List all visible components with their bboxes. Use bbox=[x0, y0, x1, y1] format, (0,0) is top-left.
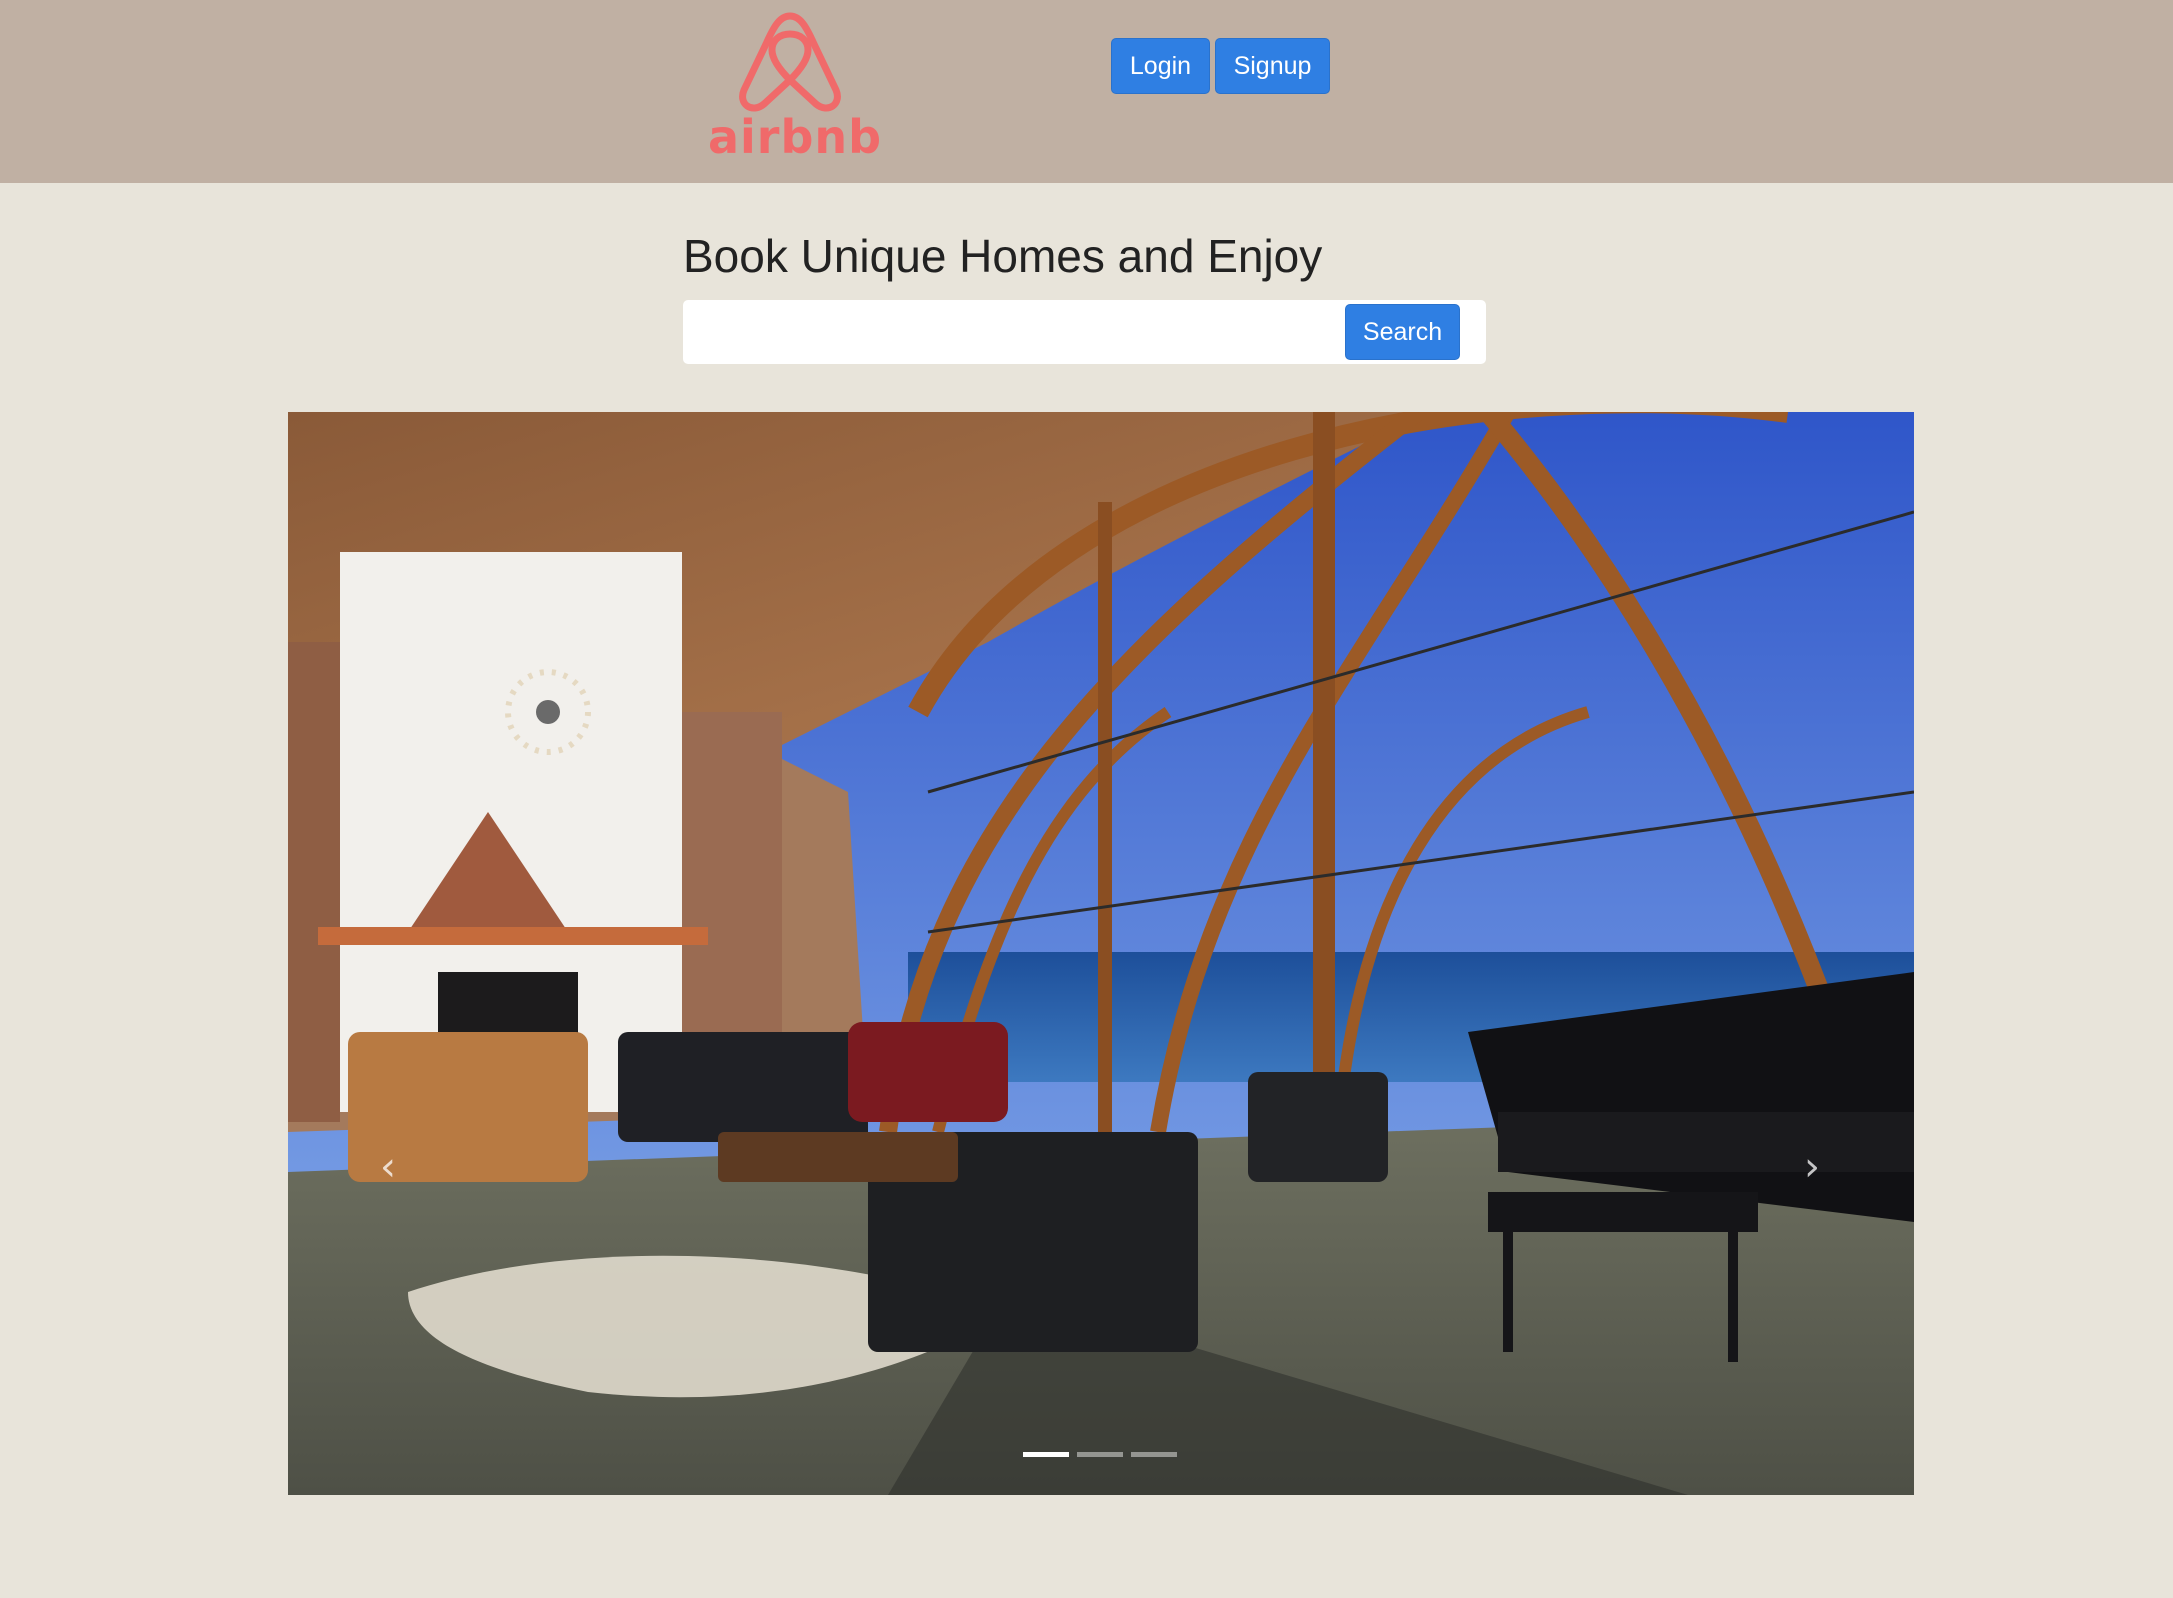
logo-wordmark: airbnb bbox=[708, 110, 883, 164]
carousel-indicator[interactable] bbox=[1023, 1452, 1069, 1457]
login-button[interactable]: Login bbox=[1111, 38, 1210, 94]
image-carousel[interactable]: ‹ › bbox=[288, 412, 1914, 1495]
carousel-indicator[interactable] bbox=[1077, 1452, 1123, 1457]
airbnb-belo-icon bbox=[739, 12, 841, 112]
search-button[interactable]: Search bbox=[1345, 304, 1460, 360]
page-title: Book Unique Homes and Enjoy bbox=[683, 230, 1323, 282]
carousel-indicator[interactable] bbox=[1131, 1452, 1177, 1457]
carousel-prev-button[interactable]: ‹ bbox=[368, 1147, 408, 1187]
chevron-left-icon: ‹ bbox=[380, 1144, 396, 1190]
airbnb-logo[interactable]: airbnb bbox=[708, 8, 883, 164]
signup-button[interactable]: Signup bbox=[1215, 38, 1330, 94]
site-header: airbnb Login Signup bbox=[0, 0, 2173, 183]
search-input[interactable] bbox=[693, 308, 1317, 358]
carousel-next-button[interactable]: › bbox=[1792, 1147, 1832, 1187]
chevron-right-icon: › bbox=[1804, 1144, 1820, 1190]
carousel-slide-image bbox=[288, 412, 1914, 1495]
carousel-indicators bbox=[1023, 1452, 1177, 1457]
search-bar: Search bbox=[683, 300, 1486, 364]
